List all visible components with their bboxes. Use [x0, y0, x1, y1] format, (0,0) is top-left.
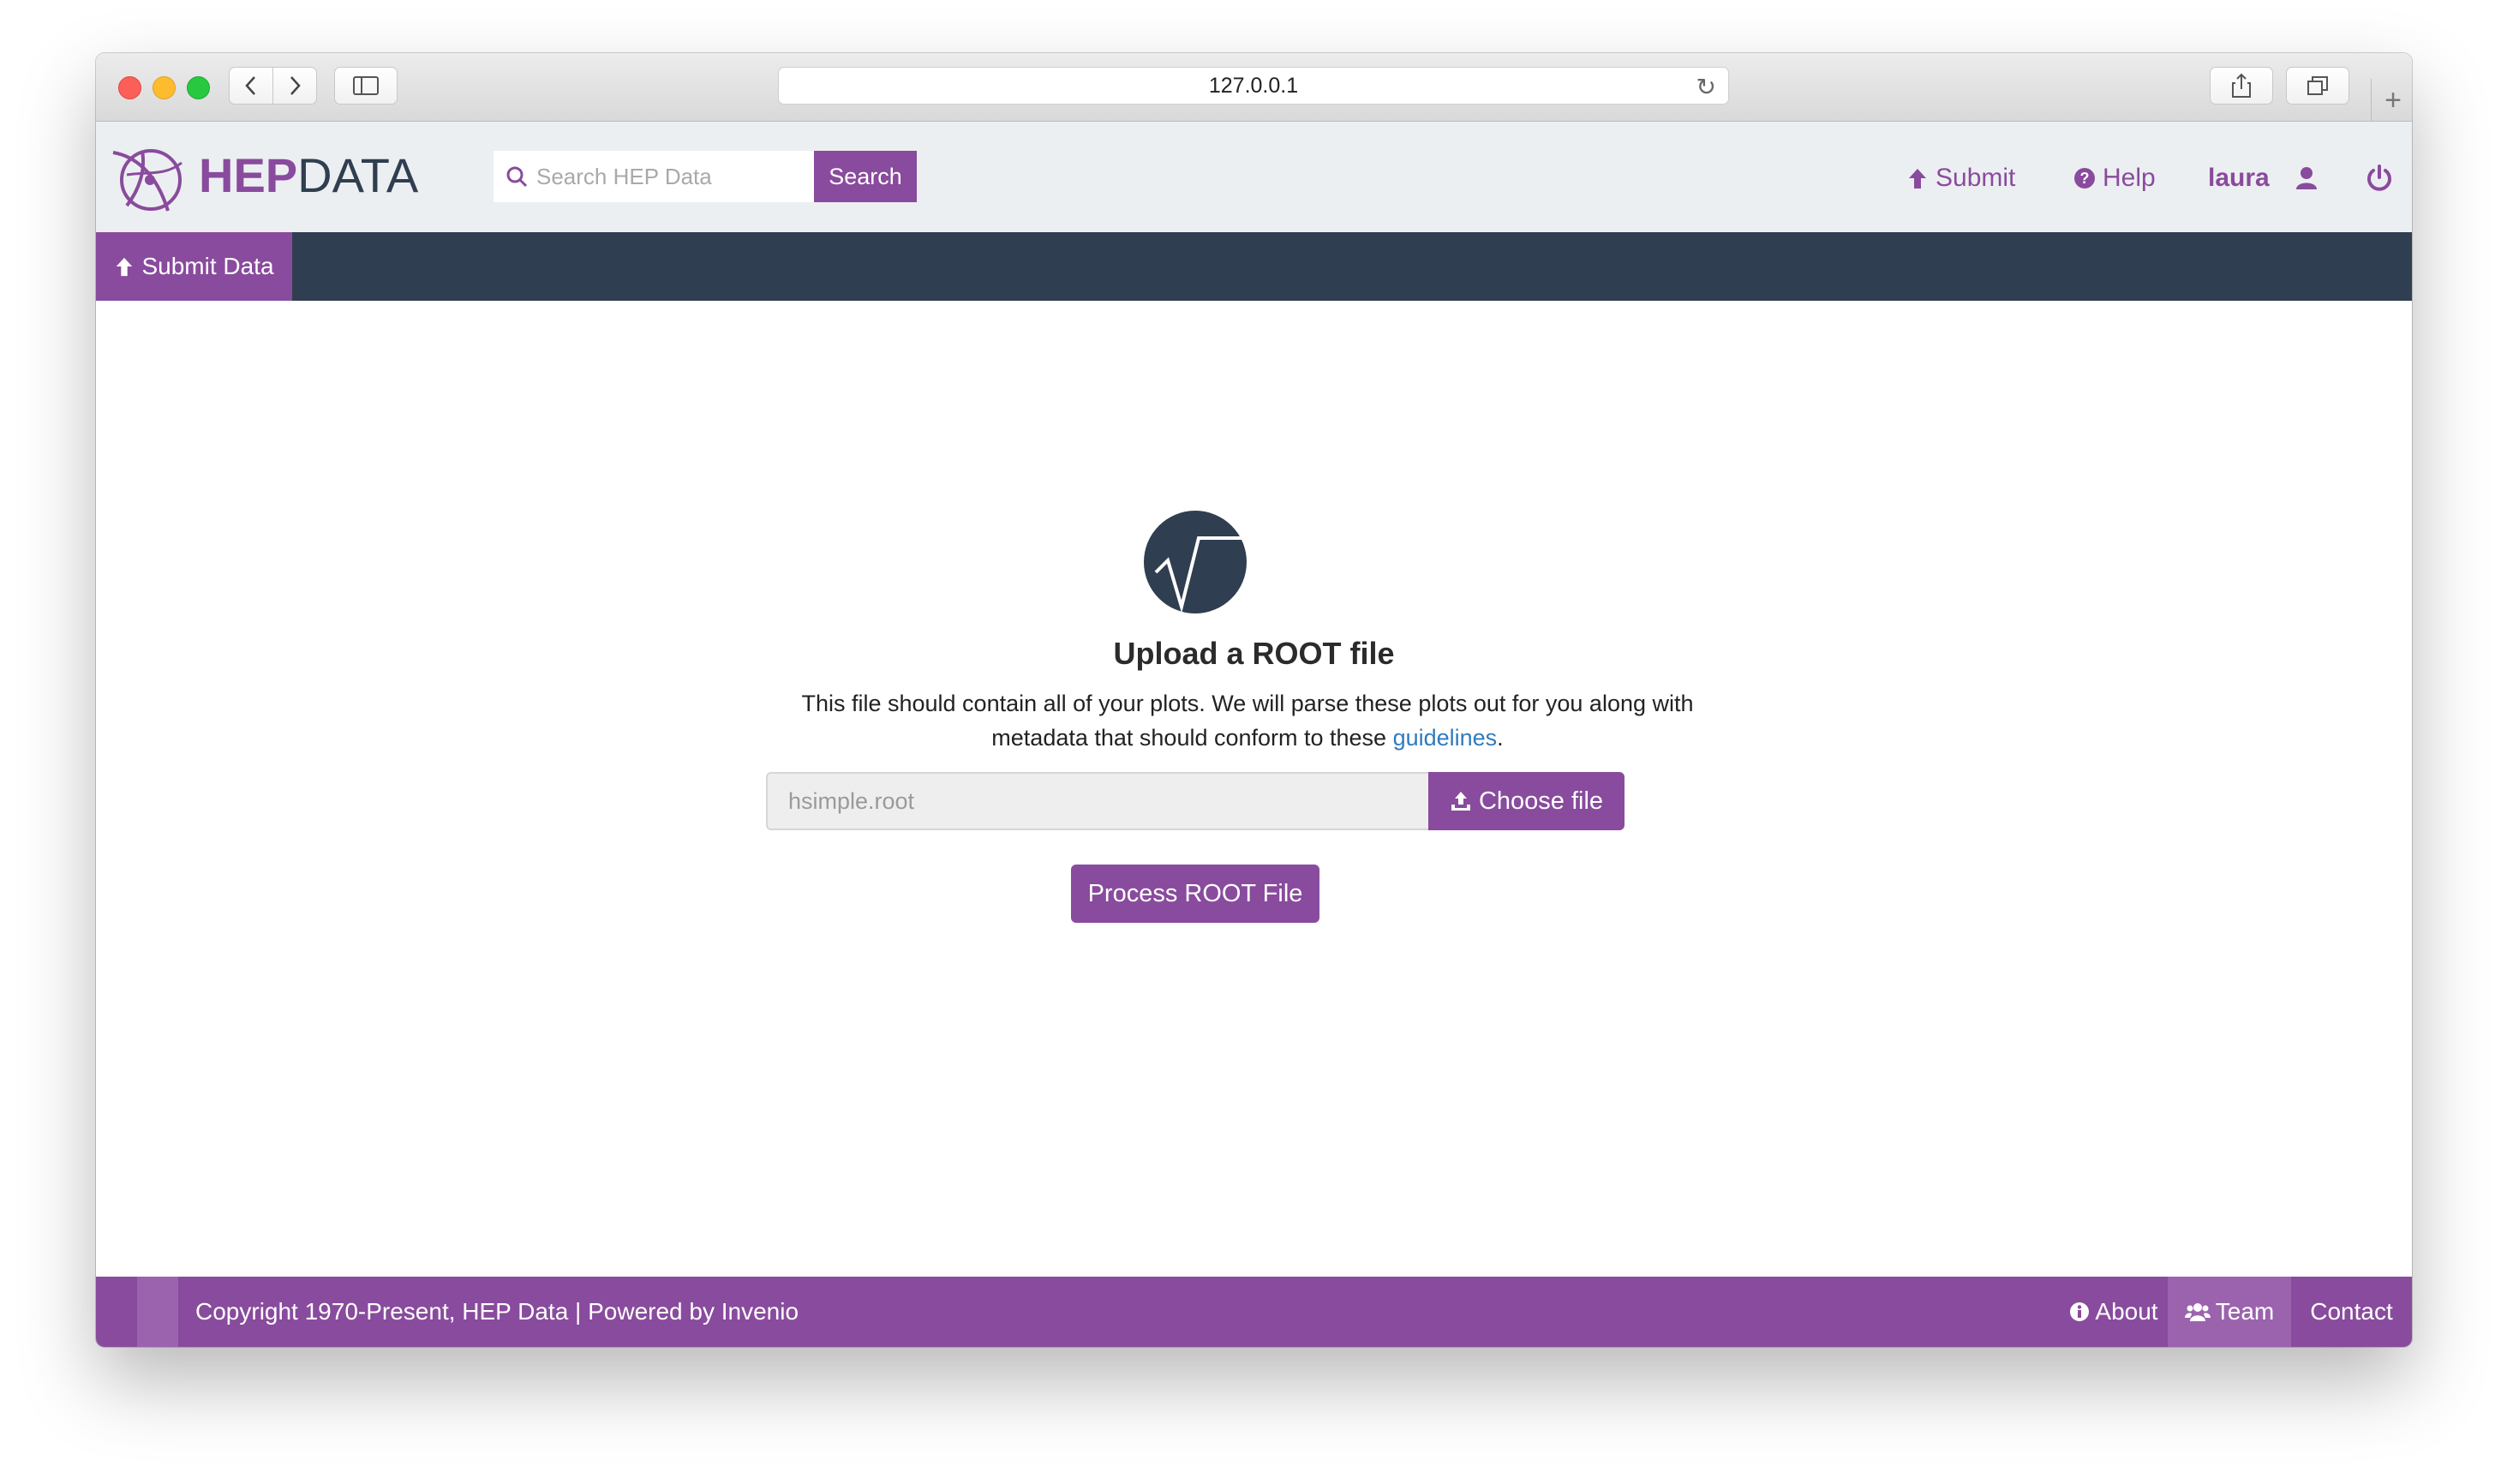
new-tab-button[interactable]: +: [2371, 79, 2412, 122]
logo-text: HEPDATA: [199, 152, 418, 200]
search-input[interactable]: Search HEP Data: [494, 151, 814, 202]
upload-icon: [1451, 792, 1470, 811]
reload-icon[interactable]: ↻: [1696, 73, 1716, 101]
minimize-window-button[interactable]: [153, 76, 176, 99]
address-bar[interactable]: 127.0.0.1 ↻: [778, 67, 1729, 105]
footer-about-link[interactable]: About: [2049, 1277, 2178, 1347]
search-button[interactable]: Search: [814, 151, 917, 202]
chevron-right-icon: [290, 76, 301, 95]
tab-submit-data[interactable]: Submit Data: [96, 232, 292, 301]
nav-username[interactable]: laura: [2208, 153, 2270, 204]
tabs-button[interactable]: [2286, 67, 2349, 105]
question-circle-icon: ?: [2074, 168, 2095, 188]
back-button[interactable]: [229, 67, 273, 105]
search-placeholder: Search HEP Data: [536, 163, 712, 189]
url-text: 127.0.0.1: [1208, 73, 1299, 98]
choose-file-label: Choose file: [1478, 787, 1604, 815]
zoom-window-button[interactable]: [187, 76, 210, 99]
info-circle-icon: [2070, 1302, 2090, 1321]
upload-description: This file should contain all of your plo…: [764, 686, 1731, 755]
arrow-up-icon: [117, 257, 133, 277]
search-icon: [506, 166, 528, 188]
arrow-up-icon: [1909, 169, 1926, 188]
footer-team-link[interactable]: Team: [2168, 1277, 2291, 1347]
process-root-file-button[interactable]: Process ROOT File: [1071, 865, 1319, 923]
browser-toolbar: 127.0.0.1 ↻ +: [96, 53, 2412, 122]
upload-description-end: .: [1497, 725, 1504, 751]
logout-button[interactable]: [2365, 153, 2394, 204]
user-icon[interactable]: [2295, 153, 2318, 204]
upload-description-text: This file should contain all of your plo…: [801, 691, 1694, 751]
footer-about-label: About: [2095, 1298, 2158, 1325]
forward-button[interactable]: [272, 67, 317, 105]
user-icon-glyph: [2296, 167, 2317, 189]
file-upload-group: hsimple.root Choose file: [766, 772, 1624, 830]
share-icon: [2232, 73, 2251, 98]
browser-window: 127.0.0.1 ↻ + HEPDATA Search HEP Data Se…: [96, 53, 2412, 1347]
nav-submit-label: Submit: [1936, 164, 2016, 192]
footer-contact-link[interactable]: Contact: [2291, 1277, 2412, 1347]
sidebar-toggle-button[interactable]: [334, 67, 398, 105]
sub-navigation: Submit Data: [96, 232, 2412, 301]
upload-title: Upload a ROOT file: [1113, 636, 1395, 671]
tab-submit-data-label: Submit Data: [141, 253, 274, 279]
atom-logo-icon: [112, 149, 182, 212]
guidelines-link[interactable]: guidelines: [1393, 725, 1498, 751]
footer-copyright: Copyright 1970-Present, HEP Data | Power…: [195, 1298, 799, 1325]
file-name-field[interactable]: hsimple.root: [766, 772, 1428, 830]
share-button[interactable]: [2210, 67, 2273, 105]
nav-help-link[interactable]: ? Help: [2073, 153, 2156, 204]
site-footer: Copyright 1970-Present, HEP Data | Power…: [96, 1277, 2412, 1347]
nav-submit-link[interactable]: Submit: [1906, 153, 2015, 204]
svg-text:?: ?: [2080, 170, 2090, 187]
close-window-button[interactable]: [118, 76, 141, 99]
users-icon: [2184, 1303, 2211, 1321]
choose-file-button[interactable]: Choose file: [1428, 772, 1624, 830]
search-form: Search HEP Data Search: [494, 151, 917, 202]
chevron-left-icon: [245, 76, 255, 95]
tabs-icon: [2307, 76, 2328, 95]
logo-hep: HEP: [199, 148, 298, 202]
site-header: HEPDATA Search HEP Data Search Submit ? …: [96, 122, 2412, 232]
footer-accent: [137, 1277, 178, 1347]
plus-icon: +: [2384, 83, 2402, 117]
logo-data: DATA: [297, 148, 419, 202]
sidebar-icon: [353, 76, 379, 95]
hepdata-logo[interactable]: HEPDATA: [108, 137, 418, 214]
power-icon: [2367, 165, 2391, 191]
nav-help-label: Help: [2103, 164, 2156, 192]
root-file-icon: [1144, 511, 1247, 613]
footer-team-label: Team: [2215, 1298, 2275, 1325]
